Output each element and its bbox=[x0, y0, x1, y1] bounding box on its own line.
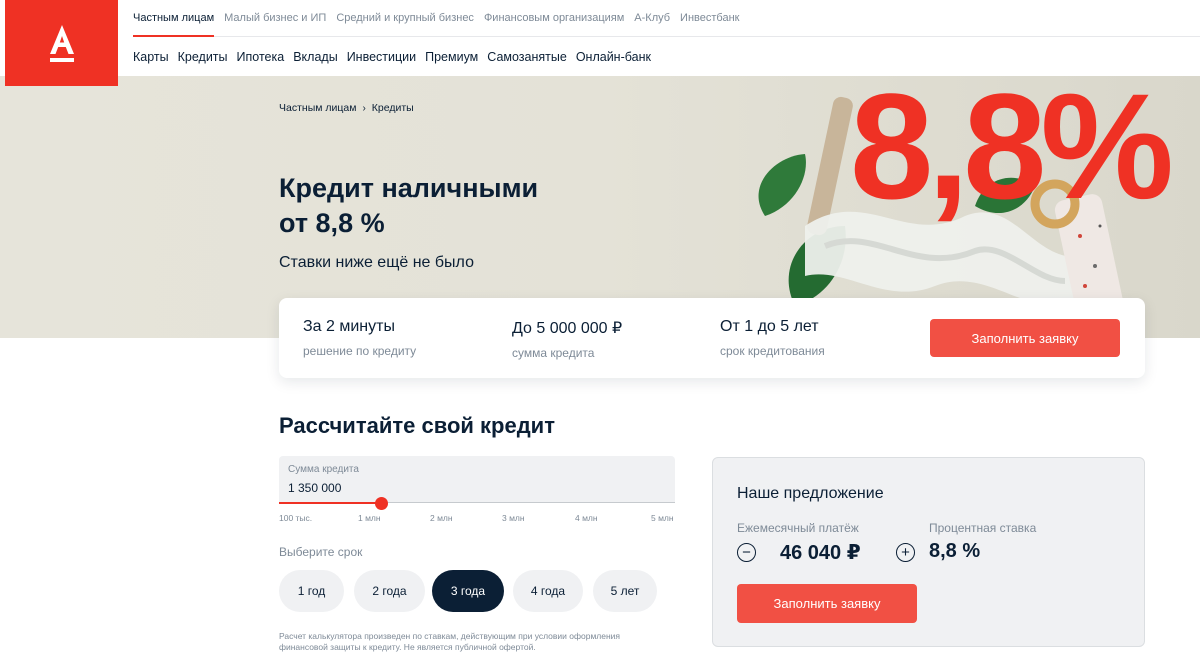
segment-corporate[interactable]: Средний и крупный бизнес bbox=[336, 0, 474, 37]
benefit-subtitle: решение по кредиту bbox=[303, 344, 417, 358]
loan-amount-label: Сумма кредита bbox=[288, 464, 359, 475]
offer-apply-button[interactable]: Заполнить заявку bbox=[737, 584, 917, 623]
segment-investbank[interactable]: Инвестбанк bbox=[680, 0, 739, 37]
title-line-2: от 8,8 % bbox=[279, 208, 385, 238]
loan-slider-thumb[interactable] bbox=[375, 497, 389, 510]
segment-small-business[interactable]: Малый бизнес и ИП bbox=[224, 0, 326, 37]
nav-cards[interactable]: Карты bbox=[133, 50, 169, 64]
slider-tick: 3 млн bbox=[502, 513, 525, 523]
alfa-logo-icon bbox=[49, 25, 74, 62]
nav-online-bank[interactable]: Онлайн-банк bbox=[576, 50, 651, 64]
breadcrumb: Частным лицам › Кредиты bbox=[279, 102, 414, 114]
nav-self-employed[interactable]: Самозанятые bbox=[487, 50, 567, 64]
loan-slider-track-filled bbox=[279, 502, 382, 504]
term-option-4-years[interactable]: 4 года bbox=[513, 570, 583, 612]
loan-amount-value[interactable]: 1 350 000 bbox=[288, 481, 341, 495]
benefit-title: От 1 до 5 лет bbox=[720, 318, 819, 335]
hero-subtitle: Ставки ниже ещё не было bbox=[279, 254, 474, 271]
calculator-disclaimer: Расчет калькулятора произведен по ставка… bbox=[279, 631, 621, 652]
term-option-1-year[interactable]: 1 год bbox=[279, 570, 344, 612]
page-title: Кредит наличными от 8,8 % bbox=[279, 171, 599, 241]
segment-a-club[interactable]: А-Клуб bbox=[634, 0, 670, 37]
interest-rate-value: 8,8 % bbox=[929, 540, 981, 562]
slider-tick: 2 млн bbox=[430, 513, 453, 523]
plus-icon[interactable]: + bbox=[896, 543, 915, 562]
calculator-title: Рассчитайте свой кредит bbox=[279, 413, 555, 438]
benefit-subtitle: срок кредитования bbox=[720, 344, 825, 358]
benefit-title: До 5 000 000 ₽ bbox=[512, 320, 623, 337]
minus-icon[interactable]: − bbox=[737, 543, 756, 562]
benefit-item: От 1 до 5 лет срок кредитования bbox=[720, 318, 825, 358]
slider-tick: 1 млн bbox=[358, 513, 381, 523]
benefit-title: За 2 минуты bbox=[303, 318, 395, 335]
alfa-logo[interactable] bbox=[5, 0, 118, 86]
benefit-item: До 5 000 000 ₽ сумма кредита bbox=[512, 318, 622, 360]
benefit-subtitle: сумма кредита bbox=[512, 346, 595, 360]
rate-label: Процентная ставка bbox=[929, 521, 1037, 535]
nav-premium[interactable]: Премиум bbox=[425, 50, 478, 64]
leaf-shape bbox=[758, 154, 806, 216]
payment-label: Ежемесячный платёж bbox=[737, 521, 859, 535]
slider-tick: 5 млн bbox=[651, 513, 674, 523]
title-line-1: Кредит наличными bbox=[279, 173, 539, 203]
nav-deposits[interactable]: Вклады bbox=[293, 50, 337, 64]
nav-investments[interactable]: Инвестиции bbox=[347, 50, 416, 64]
big-rate-graphic: 8,8% bbox=[850, 76, 1174, 230]
term-option-3-years[interactable]: 3 года bbox=[432, 570, 504, 612]
benefits-card: За 2 минуты решение по кредиту До 5 000 … bbox=[279, 298, 1145, 378]
segment-financial-orgs[interactable]: Финансовым организациям bbox=[484, 0, 624, 37]
benefit-item: За 2 минуты решение по кредиту bbox=[303, 318, 416, 358]
breadcrumb-home[interactable]: Частным лицам bbox=[279, 102, 356, 114]
nav-mortgage[interactable]: Ипотека bbox=[237, 50, 285, 64]
offer-panel: Наше предложение Ежемесячный платёж Проц… bbox=[712, 457, 1145, 647]
slider-tick: 100 тыс. bbox=[279, 513, 313, 523]
term-option-5-years[interactable]: 5 лет bbox=[593, 570, 657, 612]
slider-tick: 4 млн bbox=[575, 513, 598, 523]
nav-credits[interactable]: Кредиты bbox=[178, 50, 228, 64]
term-label: Выберите срок bbox=[279, 545, 363, 559]
segment-nav: Частным лицам Малый бизнес и ИП Средний … bbox=[133, 0, 1200, 37]
product-nav: Карты Кредиты Ипотека Вклады Инвестиции … bbox=[133, 37, 1200, 76]
loan-amount-input[interactable]: Сумма кредита 1 350 000 bbox=[279, 456, 675, 503]
apply-button[interactable]: Заполнить заявку bbox=[930, 319, 1120, 357]
monthly-payment-value: 46 040 ₽ bbox=[780, 542, 861, 564]
breadcrumb-separator: › bbox=[362, 102, 366, 114]
term-option-2-years[interactable]: 2 года bbox=[354, 570, 425, 612]
segment-private[interactable]: Частным лицам bbox=[133, 0, 215, 37]
breadcrumb-current[interactable]: Кредиты bbox=[372, 102, 414, 114]
offer-title: Наше предложение bbox=[737, 485, 884, 502]
